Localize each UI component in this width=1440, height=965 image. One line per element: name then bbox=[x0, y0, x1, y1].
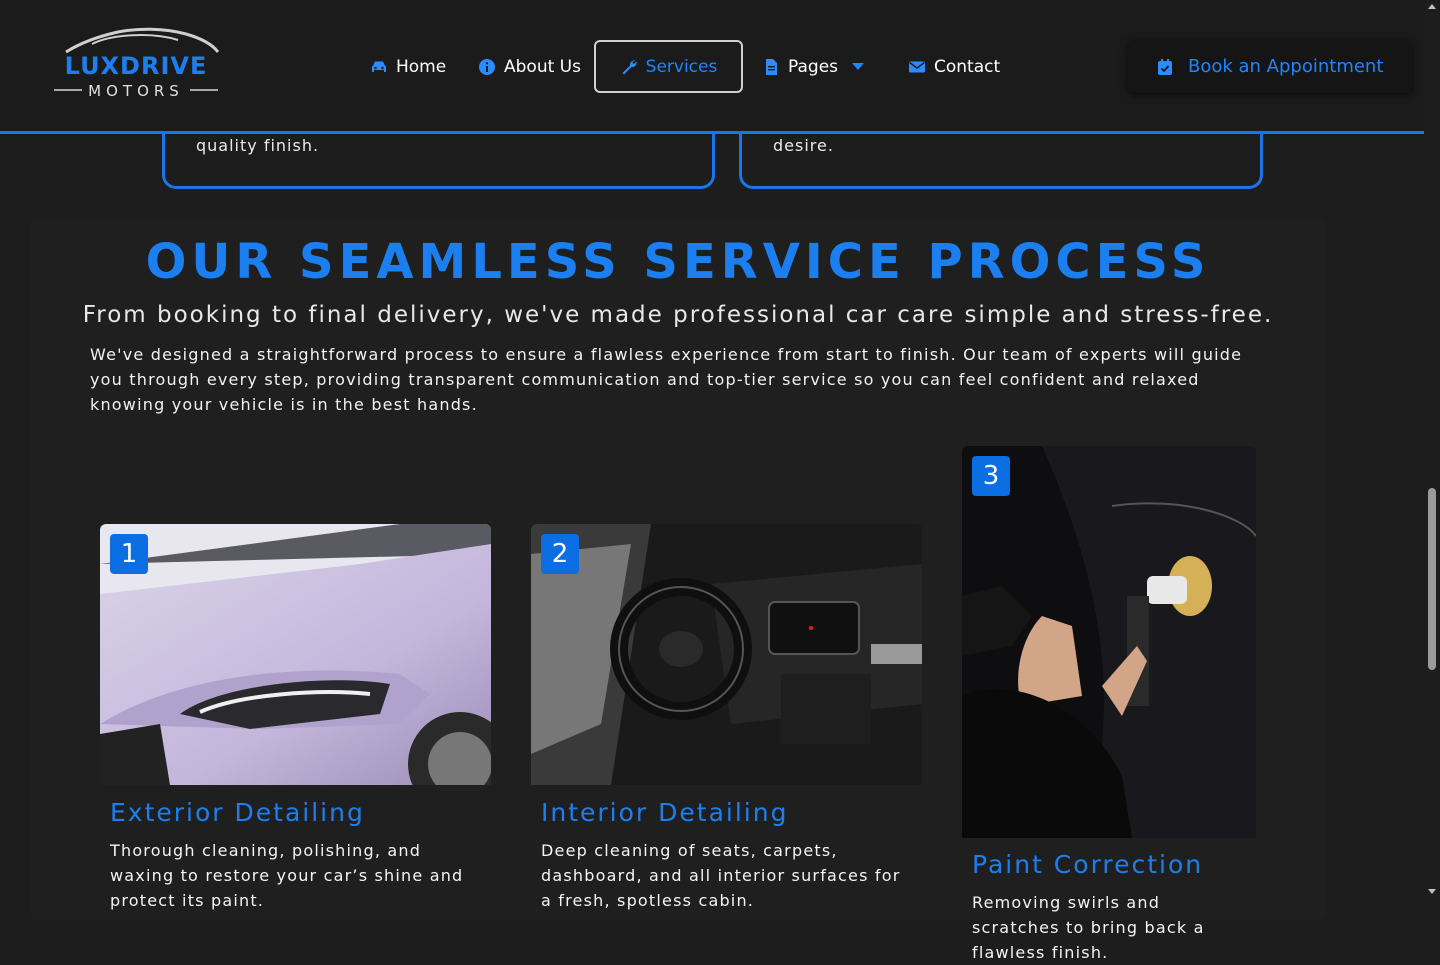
section-title: OUR SEAMLESS SERVICE PROCESS bbox=[145, 234, 1211, 290]
nav-contact[interactable]: Contact bbox=[908, 40, 1000, 93]
nav-home[interactable]: Home bbox=[370, 40, 446, 93]
step-number-badge: 1 bbox=[110, 534, 148, 574]
paint-correction-image bbox=[962, 446, 1256, 838]
svg-text:LUXDRIVE: LUXDRIVE bbox=[65, 52, 208, 80]
nav-contact-label: Contact bbox=[934, 56, 1001, 77]
step-title: Paint Correction bbox=[972, 850, 1204, 879]
chevron-down-icon bbox=[852, 63, 865, 70]
step-card-exterior: 1 Exterior Detailing Thorough cleaning, … bbox=[100, 524, 491, 910]
step-card-paint-correction: 3 Paint Correction Removing swirls and s… bbox=[962, 446, 1256, 962]
wrench-icon bbox=[620, 58, 638, 76]
svg-text:MOTORS: MOTORS bbox=[88, 82, 184, 100]
step-title: Interior Detailing bbox=[541, 798, 789, 827]
info-icon bbox=[478, 58, 496, 76]
step-card-interior: 2 Interior Detailing Deep cleaning of se… bbox=[531, 524, 922, 910]
site-header: LUXDRIVE MOTORS Home About Us Services P… bbox=[0, 0, 1424, 134]
file-icon bbox=[762, 58, 780, 76]
nav-home-label: Home bbox=[396, 56, 447, 77]
scroll-thumb[interactable] bbox=[1428, 488, 1436, 670]
step-text: Removing swirls and scratches to bring b… bbox=[972, 893, 1205, 962]
step-title: Exterior Detailing bbox=[110, 798, 365, 827]
step-number-badge: 3 bbox=[972, 456, 1010, 496]
nav-services-label: Services bbox=[645, 56, 718, 77]
calendar-check-icon bbox=[1156, 58, 1174, 76]
step-text: Deep cleaning of seats, carpets, dashboa… bbox=[541, 841, 901, 910]
nav-about-label: About Us bbox=[504, 56, 581, 77]
nav-about[interactable]: About Us bbox=[478, 40, 581, 93]
book-appointment-label: Book an Appointment bbox=[1188, 56, 1384, 77]
envelope-icon bbox=[908, 58, 926, 76]
scroll-up-arrow-icon[interactable] bbox=[1428, 4, 1436, 9]
exterior-car-image bbox=[100, 524, 491, 785]
scroll-down-arrow-icon[interactable] bbox=[1428, 889, 1436, 894]
section-subtitle: From booking to final delivery, we've ma… bbox=[82, 302, 1274, 328]
book-appointment-button[interactable]: Book an Appointment bbox=[1128, 40, 1412, 93]
service-process-section: OUR SEAMLESS SERVICE PROCESS From bookin… bbox=[30, 220, 1326, 962]
section-description: We've designed a straightforward process… bbox=[90, 345, 1243, 414]
nav-pages[interactable]: Pages bbox=[762, 40, 865, 93]
page-scrollbar[interactable] bbox=[1424, 0, 1440, 900]
feature-card-text: desire. bbox=[773, 136, 834, 155]
nav-services[interactable]: Services bbox=[594, 40, 743, 93]
interior-car-image bbox=[531, 524, 922, 785]
feature-card-text: quality finish. bbox=[196, 136, 320, 155]
step-text: Thorough cleaning, polishing, and waxing… bbox=[110, 841, 464, 910]
car-icon bbox=[370, 58, 388, 76]
brand-logo[interactable]: LUXDRIVE MOTORS bbox=[52, 26, 220, 100]
nav-pages-label: Pages bbox=[788, 56, 839, 77]
step-number-badge: 2 bbox=[541, 534, 579, 574]
